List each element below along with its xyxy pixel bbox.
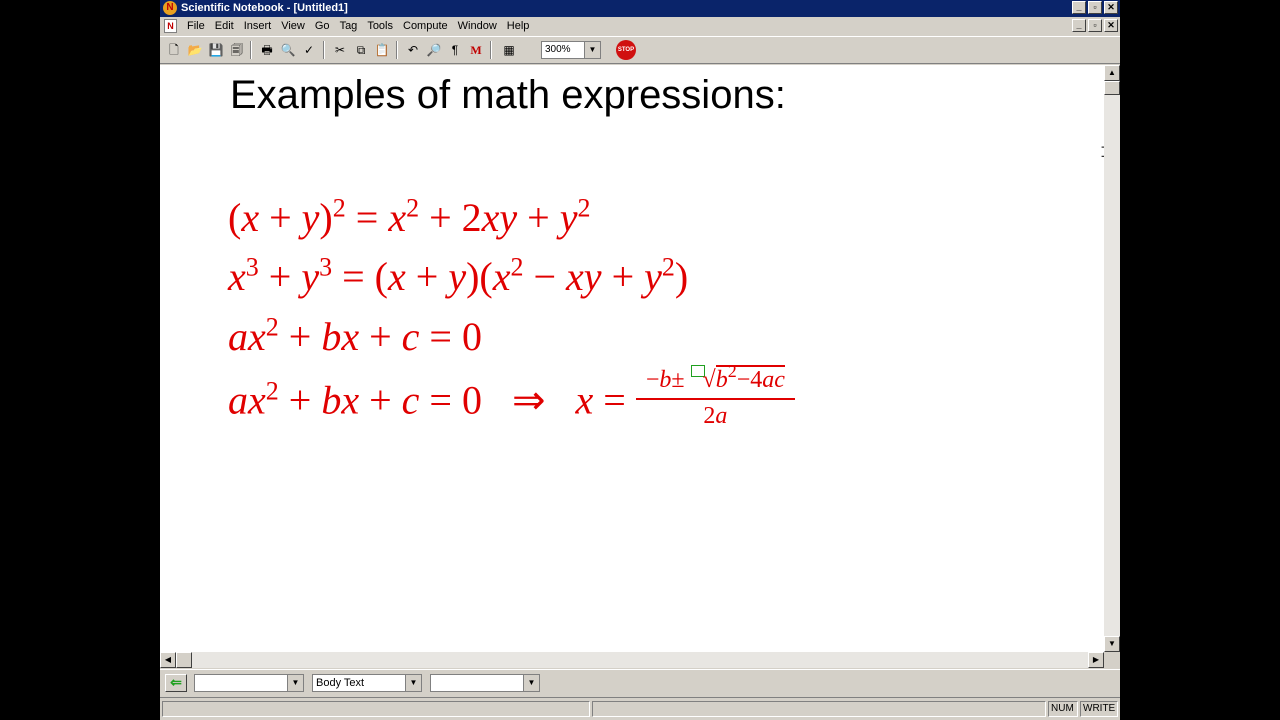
chevron-down-icon[interactable]: ▼ xyxy=(405,675,421,691)
toolbar-separator xyxy=(396,41,398,59)
standard-toolbar: 🗋 📂 💾 🗐 🖶 🔍 ✓ ✂ ⧉ 📋 ↶ 🔎 ¶ M ▦ 300% ▼ STO… xyxy=(160,36,1120,64)
chevron-down-icon[interactable]: ▼ xyxy=(523,675,539,691)
chevron-down-icon[interactable]: ▼ xyxy=(584,42,600,58)
scroll-left-icon[interactable]: ◀ xyxy=(160,652,176,668)
save-icon[interactable]: 💾 xyxy=(207,41,225,59)
copy-icon[interactable]: ⧉ xyxy=(352,41,370,59)
num-lock-indicator: NUM xyxy=(1048,701,1078,717)
app-icon[interactable]: N xyxy=(163,1,177,15)
body-tag-select[interactable]: Body Text ▼ xyxy=(312,674,422,692)
close-button[interactable]: ✕ xyxy=(1104,1,1118,14)
vertical-scroll-thumb[interactable] xyxy=(1104,81,1120,95)
back-arrow-icon[interactable]: ⇐ xyxy=(165,674,187,692)
stop-icon[interactable]: STOP xyxy=(616,40,636,60)
app-window: N Scientific Notebook - [Untitled1] _ ▫ … xyxy=(160,0,1120,720)
menu-window[interactable]: Window xyxy=(453,20,502,32)
paragraph-marks-icon[interactable]: ¶ xyxy=(446,41,464,59)
text-tag-select[interactable]: ▼ xyxy=(430,674,540,692)
document-icon[interactable]: N xyxy=(164,19,177,33)
tag-toolbar: ⇐ ▼ Body Text ▼ ▼ xyxy=(160,669,1120,696)
spell-check-icon[interactable]: ✓ xyxy=(300,41,318,59)
document-heading: Examples of math expressions: xyxy=(230,73,786,117)
table-icon[interactable]: ▦ xyxy=(500,41,518,59)
find-icon[interactable]: 🔎 xyxy=(425,41,443,59)
document-area[interactable]: Examples of math expressions: (x + y)2 =… xyxy=(160,65,1104,652)
toolbar-separator xyxy=(323,41,325,59)
toolbar-separator xyxy=(250,41,252,59)
zoom-select[interactable]: 300% ▼ xyxy=(541,41,601,59)
print-preview-icon[interactable]: 🔍 xyxy=(279,41,297,59)
horizontal-scroll-thumb[interactable] xyxy=(176,652,192,668)
vertical-scrollbar[interactable]: ▲ ▼ xyxy=(1104,65,1120,652)
save-all-icon[interactable]: 🗐 xyxy=(228,41,246,59)
menu-view[interactable]: View xyxy=(276,20,310,32)
status-info-panel xyxy=(592,701,1046,717)
body-tag-value: Body Text xyxy=(316,677,365,689)
math-mode-icon[interactable]: M xyxy=(467,41,485,59)
toolbar-separator xyxy=(490,41,492,59)
title-bar: N Scientific Notebook - [Untitled1] _ ▫ … xyxy=(160,0,1120,17)
paste-icon[interactable]: 📋 xyxy=(373,41,391,59)
equation-4[interactable]: ax2 + bx + c = 0 ⇒ x = −b± √b2−4ac 2a xyxy=(228,362,795,436)
status-message-panel xyxy=(162,701,590,717)
equation-1[interactable]: (x + y)2 = x2 + 2xy + y2 xyxy=(228,195,590,238)
menu-tag[interactable]: Tag xyxy=(335,20,363,32)
new-document-icon[interactable]: 🗋 xyxy=(165,41,183,59)
window-title: Scientific Notebook - [Untitled1] xyxy=(181,2,348,14)
menu-help[interactable]: Help xyxy=(502,20,535,32)
scroll-down-icon[interactable]: ▼ xyxy=(1104,636,1120,652)
menu-insert[interactable]: Insert xyxy=(239,20,277,32)
open-folder-icon[interactable]: 📂 xyxy=(186,41,204,59)
doc-minimize-button[interactable]: _ xyxy=(1072,19,1086,32)
menu-edit[interactable]: Edit xyxy=(210,20,239,32)
equation-2[interactable]: x3 + y3 = (x + y)(x2 − xy + y2) xyxy=(228,254,688,297)
restore-button[interactable]: ▫ xyxy=(1088,1,1102,14)
quadratic-fraction[interactable]: −b± √b2−4ac 2a xyxy=(635,362,795,428)
equation-3[interactable]: ax2 + bx + c = 0 xyxy=(228,314,482,357)
doc-restore-button[interactable]: ▫ xyxy=(1088,19,1102,32)
section-tag-select[interactable]: ▼ xyxy=(194,674,304,692)
scroll-up-icon[interactable]: ▲ xyxy=(1104,65,1120,81)
doc-close-button[interactable]: ✕ xyxy=(1104,19,1118,32)
cut-icon[interactable]: ✂ xyxy=(331,41,349,59)
menu-file[interactable]: File xyxy=(182,20,210,32)
minimize-button[interactable]: _ xyxy=(1072,1,1086,14)
write-mode-indicator: WRITE xyxy=(1080,701,1118,717)
print-icon[interactable]: 🖶 xyxy=(258,41,276,59)
status-bar: NUM WRITE xyxy=(160,697,1120,720)
zoom-value: 300% xyxy=(545,44,571,55)
undo-icon[interactable]: ↶ xyxy=(404,41,422,59)
horizontal-scrollbar[interactable]: ◀ ▶ xyxy=(160,652,1104,668)
chevron-down-icon[interactable]: ▼ xyxy=(287,675,303,691)
menu-compute[interactable]: Compute xyxy=(398,20,453,32)
menu-tools[interactable]: Tools xyxy=(362,20,398,32)
scroll-right-icon[interactable]: ▶ xyxy=(1088,652,1104,668)
menu-go[interactable]: Go xyxy=(310,20,335,32)
menu-bar: N File Edit Insert View Go Tag Tools Com… xyxy=(160,17,1120,35)
